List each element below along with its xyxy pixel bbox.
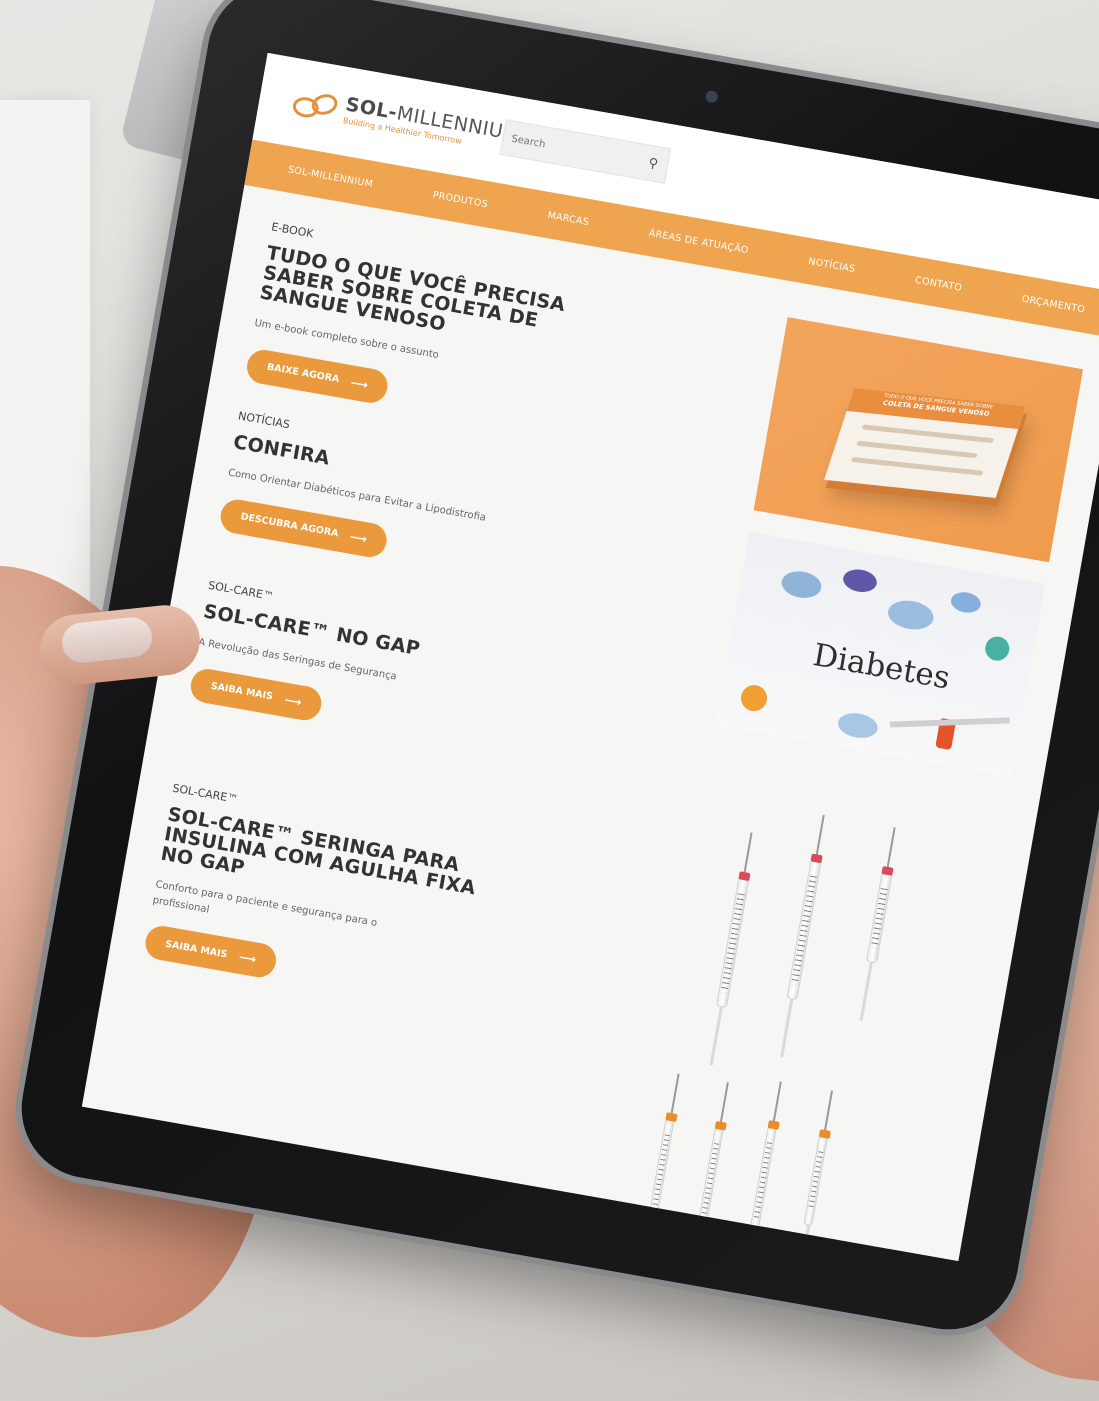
- news-section: NOTÍCIAS CONFIRA Como Orientar Diabético…: [218, 409, 564, 587]
- syringes-image-bottom[interactable]: [604, 1064, 941, 1262]
- arrow-right-icon: ⟶: [349, 375, 370, 393]
- pill-blue: [779, 568, 824, 601]
- syringes-image-top[interactable]: [659, 810, 996, 1098]
- syringe: [742, 1120, 780, 1262]
- ebook-section: E-BOOK TUDO O QUE VOCÊ PRECISA SABER SOB…: [244, 220, 597, 438]
- ebook-text-line: [850, 457, 984, 476]
- pill-blue: [949, 589, 983, 615]
- arrow-right-icon: ⟶: [348, 529, 369, 547]
- pill-blue: [885, 597, 936, 633]
- diabetes-label: Diabetes: [810, 637, 953, 697]
- search-box: ⚲: [499, 119, 672, 184]
- media-column: TUDO O QUE VOCÊ PRECISA SABER SOBRE COLE…: [638, 317, 1084, 1262]
- saiba-mais-button[interactable]: SAIBA MAIS ⟶: [188, 666, 325, 723]
- search-input[interactable]: [502, 130, 641, 168]
- nav-item-produtos[interactable]: PRODUTOS: [432, 189, 489, 210]
- descubra-agora-button[interactable]: DESCUBRA AGORA ⟶: [218, 496, 390, 560]
- diabetes-image[interactable]: Diabetes: [715, 531, 1046, 777]
- nav-item-noticias[interactable]: NOTÍCIAS: [807, 256, 856, 275]
- nav-item-sol-millennium[interactable]: SOL-MILLENNIUM: [287, 164, 374, 190]
- ebook-book: TUDO O QUE VOCÊ PRECISA SABER SOBRE COLE…: [824, 387, 1026, 498]
- cta-label: DESCUBRA AGORA: [239, 511, 340, 540]
- ebook-text-line: [856, 440, 978, 459]
- pill-purple: [841, 566, 879, 595]
- syringe: [709, 871, 751, 1066]
- arrow-right-icon: ⟶: [237, 950, 258, 967]
- search-icon[interactable]: ⚲: [638, 154, 668, 174]
- sol-care-insulina-section: SOL-CARE™ SOL-CARE™ SERINGA PARA INSULIN…: [142, 782, 499, 1015]
- syringe: [638, 1112, 678, 1262]
- cta-label: SAIBA MAIS: [209, 680, 274, 703]
- cta-label: SAIBA MAIS: [164, 938, 229, 961]
- ebook-text-line: [861, 424, 995, 444]
- syringe: [859, 866, 894, 1021]
- pill-teal: [983, 634, 1012, 663]
- saiba-mais-button[interactable]: SAIBA MAIS ⟶: [142, 923, 279, 981]
- ebook-cover-image[interactable]: TUDO O QUE VOCÊ PRECISA SABER SOBRE COLE…: [753, 317, 1084, 563]
- nav-item-areas-de-atuacao[interactable]: ÁREAS DE ATUAÇÃO: [648, 227, 749, 255]
- pill-blue: [836, 710, 880, 741]
- sol-care-no-gap-section: SOL-CARE™ SOL-CARE™ NO GAP A Revolução d…: [188, 579, 534, 757]
- tablet-screen: SOL-MILLENNIUM® Building a Healthier Tom…: [81, 52, 1099, 1262]
- site-logo[interactable]: SOL-MILLENNIUM® Building a Healthier Tom…: [291, 84, 531, 157]
- arrow-right-icon: ⟶: [283, 692, 303, 710]
- camera-icon: [704, 89, 719, 104]
- logo-mark-icon: [291, 85, 340, 122]
- pill-orange: [738, 683, 770, 714]
- nav-item-contato[interactable]: CONTATO: [914, 274, 963, 293]
- syringe: [780, 853, 823, 1058]
- baixe-agora-button[interactable]: BAIXE AGORA ⟶: [244, 347, 391, 406]
- cta-label: BAIXE AGORA: [266, 361, 341, 386]
- syringe: [797, 1129, 831, 1262]
- syringe: [685, 1120, 727, 1262]
- nav-item-orcamento[interactable]: ORÇAMENTO: [1021, 293, 1086, 315]
- nav-item-marcas[interactable]: MARCAS: [547, 210, 590, 228]
- ebook-book-band: TUDO O QUE VOCÊ PRECISA SABER SOBRE COLE…: [846, 387, 1026, 430]
- page-content: E-BOOK TUDO O QUE VOCÊ PRECISA SABER SOB…: [88, 185, 1099, 1262]
